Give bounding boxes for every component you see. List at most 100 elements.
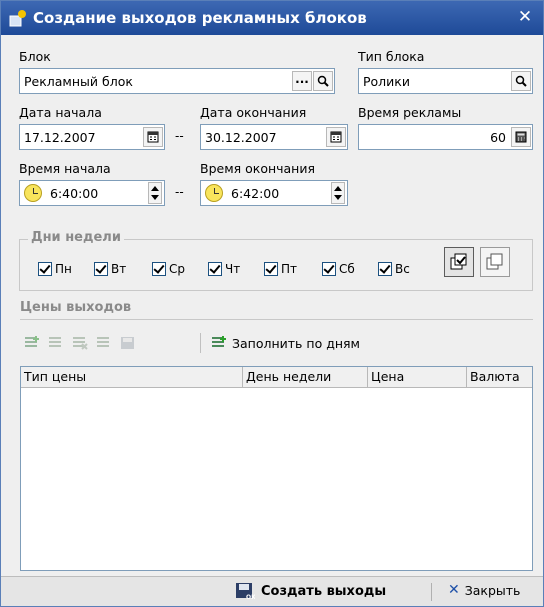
checkbox-check-icon[interactable] — [94, 262, 108, 276]
weekday-label: Вт — [111, 262, 127, 276]
weekday-label: Ср — [169, 262, 185, 276]
save-ok-icon: OK — [236, 583, 255, 600]
checkbox-check-icon[interactable] — [378, 262, 392, 276]
block-search-button[interactable] — [313, 71, 333, 91]
window-title: Создание выходов рекламных блоков — [33, 9, 367, 27]
time-start-label: Время начала — [19, 161, 111, 176]
search-icon — [515, 75, 527, 87]
title-bar: Создание выходов рекламных блоков ✕ — [1, 1, 543, 35]
date-start-field[interactable]: 17.12.2007 — [19, 124, 165, 150]
weekday-checkbox-sat[interactable]: Сб — [322, 262, 355, 276]
calendar-icon — [147, 131, 159, 143]
table-header: Тип цены День недели Цена Валюта — [21, 367, 532, 388]
time-start-value: 6:40:00 — [50, 186, 99, 201]
spin-up-icon[interactable] — [151, 186, 159, 191]
dialog-footer: OK Создать выходы ✕ Закрыть — [1, 576, 543, 606]
prices-section-title: Цены выходов — [20, 300, 132, 315]
close-icon[interactable]: ✕ — [515, 7, 535, 27]
block-type-value: Ролики — [363, 74, 410, 89]
ad-time-field[interactable]: 60 — [358, 124, 533, 150]
ad-time-calculator-button[interactable] — [511, 127, 531, 147]
spin-down-icon[interactable] — [151, 195, 159, 200]
checkbox-check-icon[interactable] — [38, 262, 52, 276]
save-row-icon[interactable] — [119, 335, 137, 351]
date-start-label: Дата начала — [19, 105, 102, 120]
block-type-search-button[interactable] — [511, 71, 531, 91]
calendar-icon — [330, 131, 342, 143]
date-end-value: 30.12.2007 — [205, 130, 277, 145]
create-outputs-button[interactable]: OK Создать выходы — [235, 582, 386, 600]
weekday-label: Сб — [339, 262, 355, 276]
date-range-separator: -- — [175, 129, 184, 143]
block-type-label: Тип блока — [358, 49, 425, 64]
weekday-label: Чт — [225, 262, 241, 276]
create-outputs-label: Создать выходы — [261, 583, 387, 599]
spin-down-icon[interactable] — [334, 195, 342, 200]
checkbox-check-icon[interactable] — [322, 262, 336, 276]
block-field[interactable]: Рекламный блок ... — [19, 68, 335, 94]
dialog-window: Создание выходов рекламных блоков ✕ Блок… — [0, 0, 544, 607]
time-range-separator: -- — [175, 185, 184, 199]
close-button[interactable]: ✕ Закрыть — [448, 582, 520, 598]
app-icon — [9, 10, 26, 27]
checkbox-check-icon[interactable] — [264, 262, 278, 276]
footer-separator — [431, 583, 432, 601]
time-end-field[interactable]: 6:42:00 — [200, 180, 348, 206]
add-row-icon[interactable] — [23, 335, 41, 351]
time-start-spinner[interactable] — [148, 182, 162, 204]
time-end-spinner[interactable] — [331, 182, 345, 204]
search-icon — [317, 75, 329, 87]
ad-time-value: 60 — [490, 130, 506, 145]
block-type-field[interactable]: Ролики — [358, 68, 533, 94]
date-start-calendar-button[interactable] — [143, 127, 163, 147]
weekday-checkbox-thu[interactable]: Чт — [208, 262, 240, 276]
prices-section-divider — [20, 319, 533, 320]
clock-icon — [205, 184, 223, 202]
column-header-price-type[interactable]: Тип цены — [21, 367, 243, 388]
spin-up-icon[interactable] — [334, 186, 342, 191]
toolbar-separator — [200, 333, 201, 353]
prices-table[interactable]: Тип цены День недели Цена Валюта — [20, 366, 533, 571]
edit-row-icon[interactable] — [95, 335, 113, 351]
check-all-icon — [450, 253, 467, 270]
block-label: Блок — [19, 49, 51, 64]
delete-row-icon[interactable] — [71, 335, 89, 351]
weekday-checkbox-tue[interactable]: Вт — [94, 262, 126, 276]
weekday-label: Пт — [281, 262, 298, 276]
weekday-checkbox-wed[interactable]: Ср — [152, 262, 185, 276]
column-header-price[interactable]: Цена — [368, 367, 467, 388]
clock-icon — [24, 184, 42, 202]
time-end-label: Время окончания — [200, 161, 316, 176]
close-label: Закрыть — [464, 582, 521, 598]
calculator-icon — [515, 131, 527, 143]
select-all-days-button[interactable] — [444, 247, 474, 277]
checkbox-check-icon[interactable] — [208, 262, 222, 276]
date-end-field[interactable]: 30.12.2007 — [200, 124, 348, 150]
clear-days-button[interactable] — [480, 247, 510, 277]
column-header-weekday[interactable]: День недели — [243, 367, 368, 388]
uncheck-all-icon — [486, 253, 503, 270]
checkbox-check-icon[interactable] — [152, 262, 166, 276]
column-header-currency[interactable]: Валюта — [467, 367, 532, 388]
insert-row-icon[interactable] — [47, 335, 65, 351]
block-ellipsis-button[interactable]: ... — [292, 71, 312, 91]
fill-by-days-button[interactable]: Заполнить по дням — [232, 336, 360, 351]
date-end-calendar-button[interactable] — [326, 127, 346, 147]
date-end-label: Дата окончания — [200, 105, 307, 120]
weekday-checkbox-mon[interactable]: Пн — [38, 262, 72, 276]
ellipsis-icon: ... — [295, 71, 309, 86]
fill-by-days-icon[interactable] — [210, 335, 228, 351]
svg-text:OK: OK — [246, 594, 255, 600]
weekdays-group: Дни недели Пн Вт Ср Чт Пт Сб Вс — [19, 230, 533, 291]
weekday-label: Вс — [395, 262, 410, 276]
time-start-field[interactable]: 6:40:00 — [19, 180, 165, 206]
ad-time-label: Время рекламы — [358, 105, 462, 120]
time-end-value: 6:42:00 — [231, 186, 280, 201]
weekday-label: Пн — [55, 262, 72, 276]
weekday-checkbox-sun[interactable]: Вс — [378, 262, 410, 276]
weekday-checkbox-fri[interactable]: Пт — [264, 262, 297, 276]
weekdays-legend: Дни недели — [28, 230, 124, 245]
date-start-value: 17.12.2007 — [24, 130, 96, 145]
close-x-icon: ✕ — [448, 582, 460, 598]
block-value: Рекламный блок — [24, 74, 133, 89]
